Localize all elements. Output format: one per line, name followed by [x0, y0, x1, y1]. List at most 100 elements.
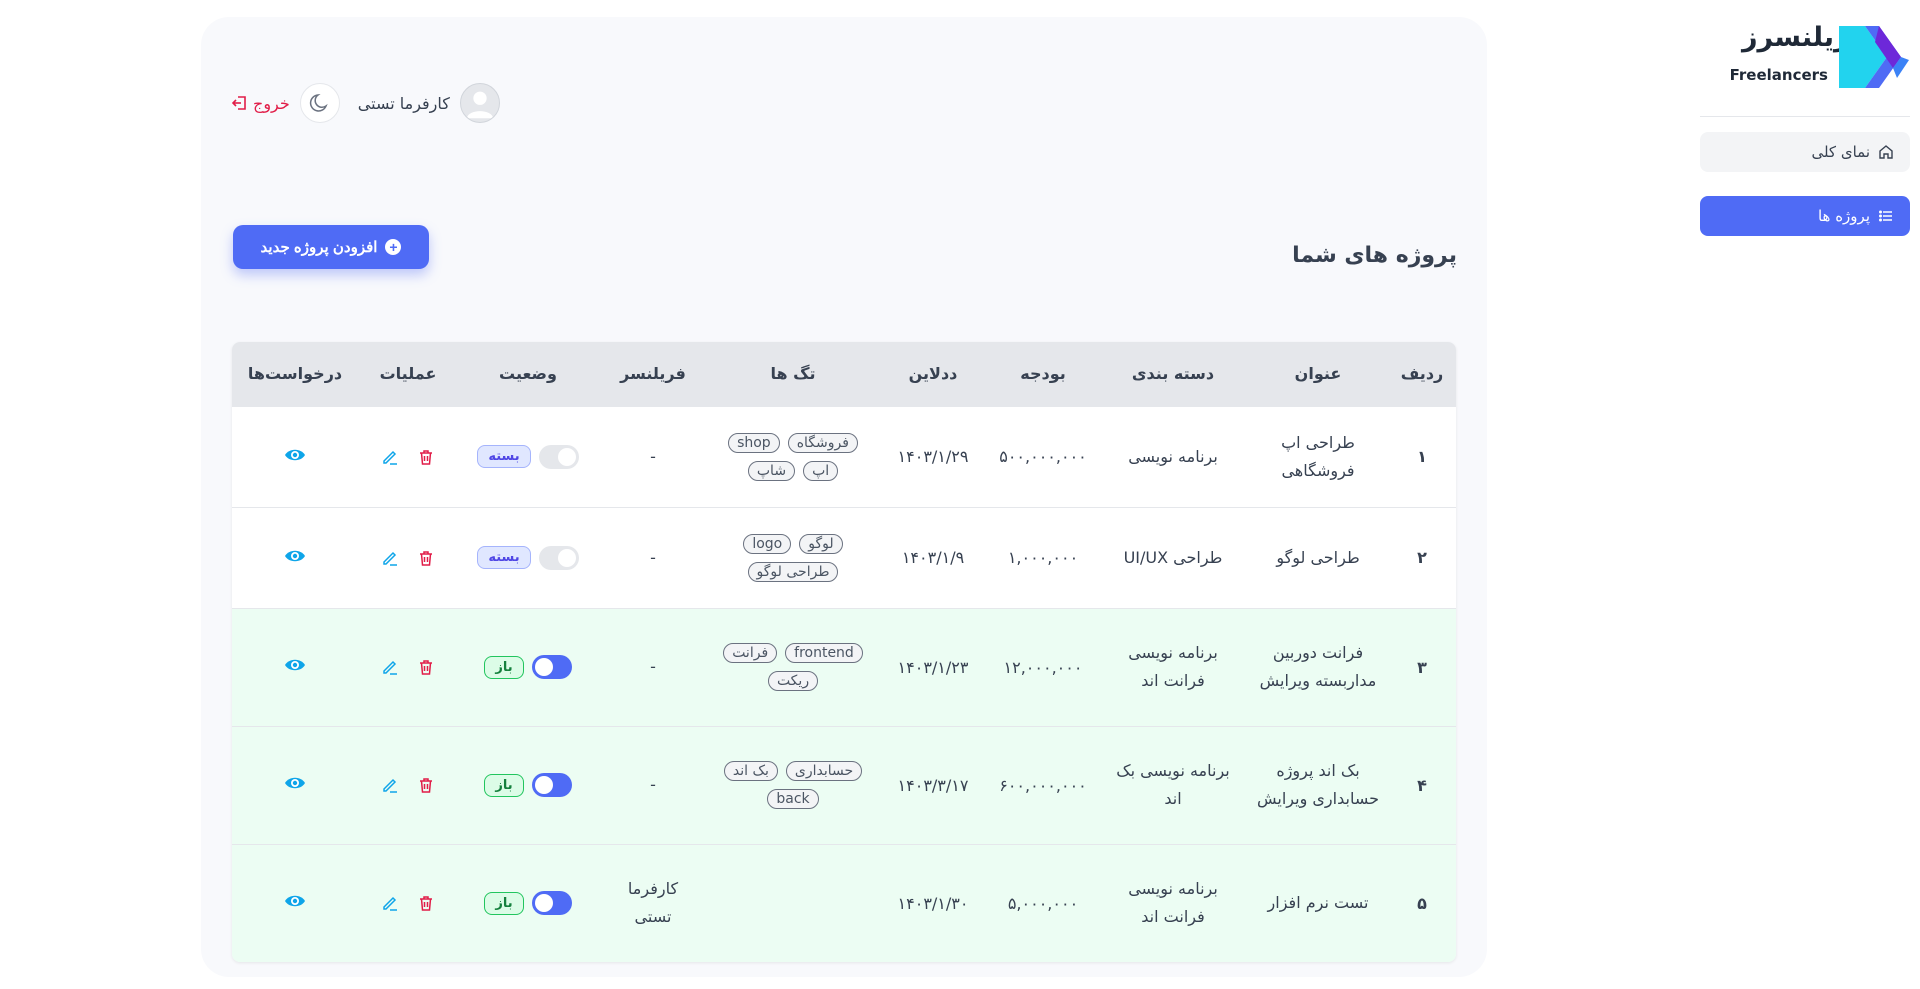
status-toggle[interactable] [531, 773, 572, 797]
eye-icon[interactable] [283, 443, 307, 467]
table-row: ۱ طراحی اپ فروشگاهی برنامه نویسی ۵۰۰,۰۰۰,۰۰… [232, 405, 1456, 507]
tags-cell: frontend فرانت ریکت [708, 607, 878, 726]
freelancer: - [650, 547, 656, 567]
status-badge: بسته [477, 546, 531, 569]
edit-icon[interactable] [381, 448, 399, 466]
tag-chip: طراحی لوگو [747, 561, 839, 582]
project-title-cell: طراحی اپ فروشگاهی [1248, 405, 1388, 507]
column-header: درخواست‌ها [247, 364, 343, 384]
project-title: طراحی اپ فروشگاهی [1281, 432, 1355, 480]
sidebar-divider [1700, 116, 1910, 117]
add-project-button[interactable]: + افزودن پروژه جدید [233, 225, 429, 269]
eye-icon[interactable] [283, 889, 307, 913]
status-toggle[interactable] [538, 545, 579, 570]
requests-cell [232, 725, 358, 844]
tags-list: فروشگاه shop اپ شاپ [708, 432, 878, 481]
avatar[interactable] [459, 83, 500, 123]
edit-icon[interactable] [381, 776, 399, 794]
brand-name-en: Freelancers [1729, 66, 1828, 84]
tags-list: لوگو logo طراحی لوگو [708, 533, 878, 582]
sidebar-item-label: نمای کلی [1811, 143, 1870, 161]
column-header: عملیات [379, 364, 437, 384]
freelancer: - [650, 657, 656, 676]
freelancer-cell: کارفرما تستی [598, 843, 708, 962]
sidebar-item-overview[interactable]: نمای کلی [1700, 132, 1910, 172]
eye-icon[interactable] [283, 653, 307, 677]
tag-chip: لوگو [799, 533, 843, 554]
user-icon [466, 91, 494, 119]
project-category: برنامه نویسی [1128, 446, 1218, 466]
category-cell: برنامه نویسی فرانت اند [1098, 843, 1248, 962]
requests-cell [232, 405, 358, 507]
trash-icon[interactable] [417, 894, 435, 912]
tag-chip: بک اند [723, 761, 778, 781]
eye-icon[interactable] [283, 544, 307, 568]
tags-cell: لوگو logo طراحی لوگو [708, 506, 878, 608]
trash-icon[interactable] [417, 776, 435, 794]
table-row: ۴ بک اند پروژه حسابداری ویرایش برنامه نویس… [232, 725, 1456, 844]
budget: ۱۲,۰۰۰,۰۰۰ [988, 607, 1098, 726]
trash-icon[interactable] [417, 549, 435, 567]
project-title: بک اند پروژه حسابداری ویرایش [1257, 761, 1379, 808]
freelancer: کارفرما تستی [627, 879, 679, 927]
column-header: بودجه [1020, 364, 1066, 384]
freelancer: - [650, 775, 656, 794]
project-category: برنامه نویسی بک اند [1116, 761, 1230, 808]
budget: ۵,۰۰۰,۰۰۰ [988, 843, 1098, 962]
operations-cell [358, 843, 458, 962]
brand-name-fa: فریلنسرز [1742, 22, 1869, 53]
project-category: برنامه نویسی فرانت اند [1128, 643, 1218, 690]
tag-chip: اپ [803, 460, 839, 481]
sidebar-item-projects[interactable]: پروژه ها [1700, 196, 1910, 236]
tag-chip: شاپ [747, 460, 796, 481]
logout-button[interactable]: خروج [231, 94, 290, 113]
operations-cell [358, 607, 458, 726]
status-cell: بسته [458, 405, 598, 507]
sidebar: فریلنسرز Freelancers نمای کلی پروژه ها [1700, 0, 1910, 989]
status-toggle[interactable] [531, 655, 572, 679]
status-toggle[interactable] [531, 891, 572, 916]
table-row: ۳ فرانت دوربین مداربسته ویرایش برنامه نویس… [232, 607, 1456, 726]
tags-list: حسابداری بک اند back [708, 761, 878, 809]
freelancer-cell: - [598, 725, 708, 844]
table-header-row: ردیف عنوان دسته بندی بودجه ددلاین تگ ها … [232, 342, 1456, 406]
status-toggle[interactable] [538, 444, 579, 469]
freelancer: - [650, 446, 656, 466]
logout-label: خروج [253, 93, 290, 113]
trash-icon[interactable] [417, 448, 435, 466]
moon-icon [309, 94, 328, 112]
brand-logo[interactable]: فریلنسرز Freelancers [1712, 18, 1910, 98]
freelancer-cell: - [598, 506, 708, 608]
status-badge: باز [484, 773, 524, 797]
edit-icon[interactable] [381, 549, 399, 567]
row-index: ۱ [1388, 405, 1456, 507]
column-header: دسته بندی [1131, 364, 1215, 384]
status-cell: باز [458, 607, 598, 726]
tags-cell: فروشگاه shop اپ شاپ [708, 405, 878, 507]
row-index: ۳ [1388, 607, 1456, 726]
tags-list: frontend فرانت ریکت [708, 643, 878, 691]
add-project-label: افزودن پروژه جدید [260, 239, 378, 256]
freelancer-cell: - [598, 607, 708, 726]
deadline: ۱۴۰۳/۱/۹ [878, 506, 988, 608]
tag-chip: حسابداری [785, 761, 863, 781]
trash-icon[interactable] [417, 658, 435, 676]
status-cell: باز [458, 843, 598, 962]
theme-toggle-button[interactable] [299, 83, 340, 123]
table-row: ۵ تست نرم افزار برنامه نویسی فرانت اند ۵,۰۰… [232, 843, 1456, 962]
edit-icon[interactable] [381, 894, 399, 912]
list-icon [1879, 210, 1892, 222]
project-title-cell: بک اند پروژه حسابداری ویرایش [1248, 725, 1388, 844]
sidebar-item-label: پروژه ها [1817, 207, 1870, 225]
table-row: ۲ طراحی لوگو طراحی UI/UX ۱,۰۰۰,۰۰۰ ۱۴۰۳/۱/۹ ل… [232, 506, 1456, 608]
project-title: فرانت دوربین مداربسته ویرایش [1259, 643, 1377, 690]
eye-icon[interactable] [283, 771, 307, 795]
project-category: برنامه نویسی فرانت اند [1128, 879, 1218, 927]
tag-chip: frontend [785, 643, 863, 663]
operations-cell [358, 506, 458, 608]
edit-icon[interactable] [381, 658, 399, 676]
tag-chip: shop [728, 432, 780, 453]
tag-chip: ریکت [767, 671, 819, 691]
column-header: وضعیت [499, 364, 557, 384]
column-header: تگ ها [770, 364, 816, 384]
